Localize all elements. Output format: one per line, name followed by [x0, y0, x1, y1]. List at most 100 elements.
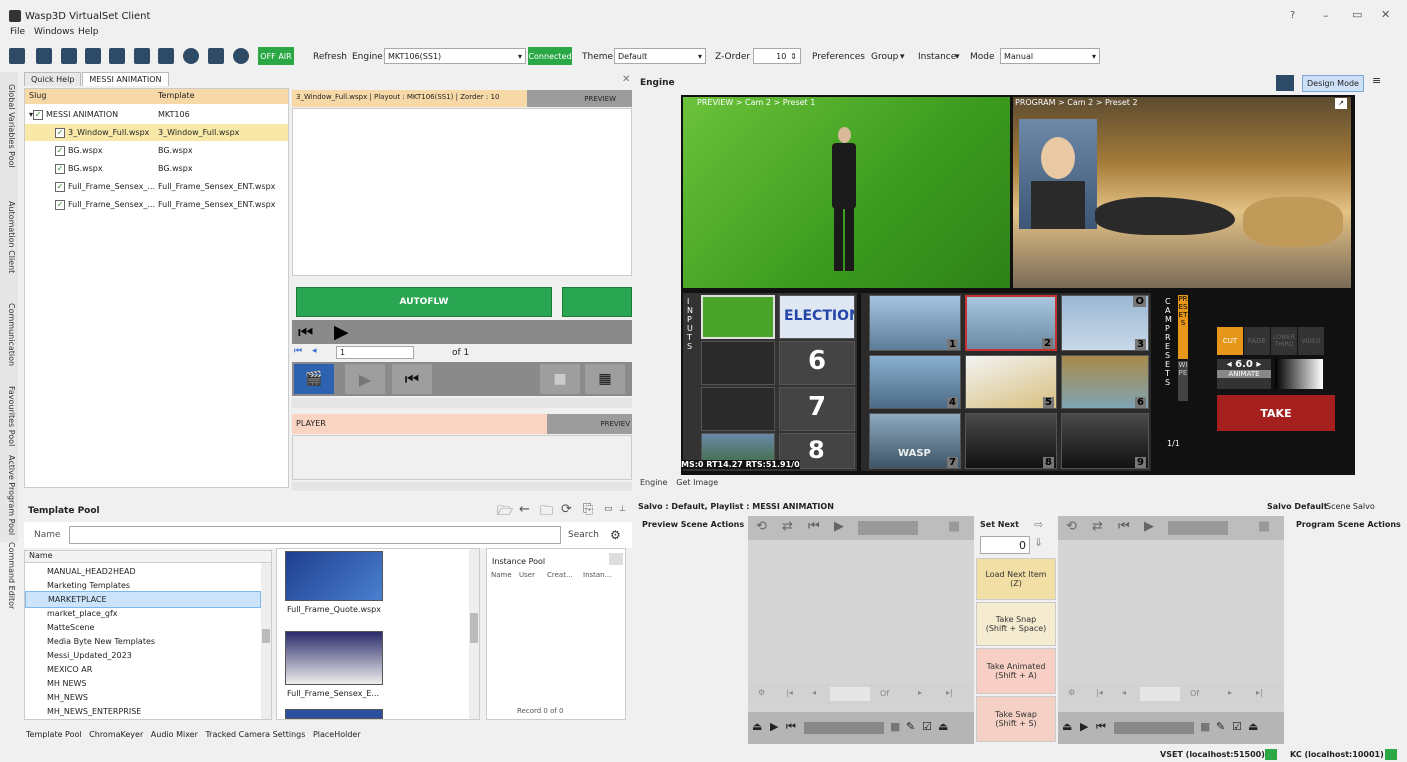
engine-select[interactable]: MKT106(SS1) ▾: [384, 48, 526, 64]
wipe-tab[interactable]: WIPE: [1178, 361, 1188, 401]
grid-icon[interactable]: [61, 48, 77, 64]
list-view-icon[interactable]: [9, 48, 25, 64]
side-tab-communication[interactable]: Communication: [0, 300, 16, 370]
hamburger-icon[interactable]: ≡: [1372, 74, 1381, 87]
player-play-icon[interactable]: ▶: [345, 364, 385, 394]
presets-tab[interactable]: PRESETS: [1178, 295, 1188, 359]
first-page-icon[interactable]: ⏮: [294, 346, 302, 356]
checkbox[interactable]: ✓: [55, 127, 65, 138]
input-thumb-5[interactable]: [701, 387, 775, 431]
design-mode-button[interactable]: Design Mode: [1302, 75, 1364, 92]
side-tab-command-editor[interactable]: Command Editor: [0, 542, 16, 610]
help-icon[interactable]: ?: [1290, 10, 1295, 21]
close-pane-icon[interactable]: ✕: [622, 74, 630, 85]
tab-engine[interactable]: Engine: [640, 478, 667, 487]
instance-dropdown[interactable]: Instance: [918, 52, 956, 62]
close-button[interactable]: ✕: [1381, 8, 1390, 21]
play-icon[interactable]: ▶: [334, 321, 349, 343]
search-button[interactable]: Search: [568, 530, 599, 540]
clipboard-icon[interactable]: ⎘: [583, 502, 593, 517]
layout-icon[interactable]: [1276, 75, 1294, 91]
table-row[interactable]: ✓ BG.wspx BG.wspx: [25, 142, 288, 159]
tab-messi-animation[interactable]: MESSI ANIMATION: [82, 72, 169, 86]
scene-salvo[interactable]: Scene Salvo: [1326, 502, 1375, 511]
preferences-button[interactable]: Preferences: [812, 52, 865, 62]
check-icon[interactable]: ☑: [922, 720, 932, 733]
preset-3[interactable]: O3: [1061, 295, 1149, 351]
page-input[interactable]: 1: [336, 346, 414, 359]
minimize-button[interactable]: –: [1323, 9, 1329, 22]
preset-5[interactable]: 5: [965, 355, 1057, 409]
tab-placeholder[interactable]: PlaceHolder: [313, 730, 361, 739]
input-thumb-6[interactable]: 6: [779, 341, 855, 385]
stop-icon[interactable]: ■: [890, 720, 900, 733]
instance-pool-clear-icon[interactable]: [609, 553, 623, 565]
pin-icon[interactable]: ⊥: [619, 504, 626, 513]
folder-icon[interactable]: 🗀: [540, 502, 553, 524]
network-icon[interactable]: [134, 48, 150, 64]
last-icon[interactable]: ▸|: [1256, 688, 1263, 697]
fade-button[interactable]: FADE: [1244, 327, 1270, 355]
zorder-stepper[interactable]: 10 ⇕: [753, 48, 801, 64]
table-row[interactable]: ✓ Full_Frame_Sensex_... Full_Frame_Sensex_…: [25, 178, 288, 195]
preset-2[interactable]: 2: [965, 295, 1057, 351]
side-tab-active-program[interactable]: Active Program Pool: [0, 454, 16, 536]
eject-icon[interactable]: ⏏: [1248, 720, 1258, 733]
gear-icon[interactable]: [183, 48, 199, 64]
table-row[interactable]: ▾ ✓ MESSI ANIMATION MKT106: [25, 106, 288, 123]
eject-icon[interactable]: ⏏: [938, 720, 948, 733]
player-preview-button[interactable]: PREVIEV: [547, 414, 632, 434]
cut-button[interactable]: CUT: [1217, 327, 1243, 355]
take-button[interactable]: TAKE: [1217, 395, 1335, 431]
increase-icon[interactable]: ▸: [1253, 359, 1261, 370]
loop-icon[interactable]: ⇄: [1092, 519, 1103, 534]
rewind-icon[interactable]: ⟲: [756, 519, 767, 534]
gradient-swatch[interactable]: [1275, 359, 1323, 389]
tab-chromakeyer[interactable]: ChromaKeyer: [89, 730, 143, 739]
skip-back-icon[interactable]: ⏮: [298, 323, 313, 343]
skip-icon[interactable]: ⏮: [1096, 720, 1106, 734]
skip-back-icon[interactable]: ⏮: [808, 519, 820, 534]
player-film-icon[interactable]: ▦: [585, 364, 625, 394]
stop-icon[interactable]: ■: [948, 519, 960, 534]
loop-icon[interactable]: ⇄: [782, 519, 793, 534]
refresh-button[interactable]: Refresh: [313, 52, 347, 62]
eject-icon[interactable]: ⏏: [1062, 720, 1072, 733]
player-scroll[interactable]: [292, 398, 632, 408]
tree-icon[interactable]: [109, 48, 125, 64]
preset-1[interactable]: 1: [869, 295, 961, 351]
tab-tracked-camera[interactable]: Tracked Camera Settings: [205, 730, 305, 739]
autoflw-secondary[interactable]: [562, 287, 632, 317]
side-tab-automation-client[interactable]: Automation Client: [0, 192, 16, 282]
page-field[interactable]: [1140, 687, 1180, 701]
template-thumb-next[interactable]: [285, 709, 383, 719]
play-icon[interactable]: ▶: [1144, 519, 1154, 534]
menu-windows[interactable]: Windows: [34, 27, 74, 37]
side-tab-global-variables[interactable]: Global Variables Pool: [0, 76, 16, 176]
table-icon[interactable]: [85, 48, 101, 64]
take-swap-button[interactable]: Take Swap (Shift + S): [976, 696, 1056, 742]
next-icon[interactable]: ▸: [918, 688, 922, 697]
menu-list-icon[interactable]: [36, 48, 52, 64]
tree-item[interactable]: MH_NEWS_ENTERPRISE: [25, 703, 261, 720]
tab-get-image[interactable]: Get Image: [676, 478, 718, 487]
template-thumb-sensex[interactable]: [285, 631, 383, 685]
edit-icon[interactable]: ✎: [1216, 720, 1225, 733]
input-thumb-3[interactable]: [701, 341, 775, 385]
preset-8[interactable]: 8: [965, 413, 1057, 469]
preset-6[interactable]: 6: [1061, 355, 1149, 409]
lower-third-button[interactable]: LOWER THIRD: [1271, 327, 1297, 355]
take-animated-button[interactable]: Take Animated (Shift + A): [976, 648, 1056, 694]
search-input[interactable]: [69, 526, 561, 544]
side-tab-favourites[interactable]: Favourites Pool: [0, 382, 16, 450]
preset-4[interactable]: 4: [869, 355, 961, 409]
checkbox[interactable]: ✓: [55, 145, 65, 156]
last-icon[interactable]: ▸|: [946, 688, 953, 697]
prev-icon[interactable]: ◂: [1122, 688, 1126, 697]
gear-icon[interactable]: ⚙: [758, 688, 765, 697]
folder-open-icon[interactable]: 🗁: [497, 502, 513, 524]
stop-icon[interactable]: ■: [1200, 720, 1210, 733]
play-icon[interactable]: ▶: [1080, 720, 1088, 733]
check-icon[interactable]: ☑: [1232, 720, 1242, 733]
table-row[interactable]: ✓ Full_Frame_Sensex_... Full_Frame_Sensex_…: [25, 196, 288, 213]
